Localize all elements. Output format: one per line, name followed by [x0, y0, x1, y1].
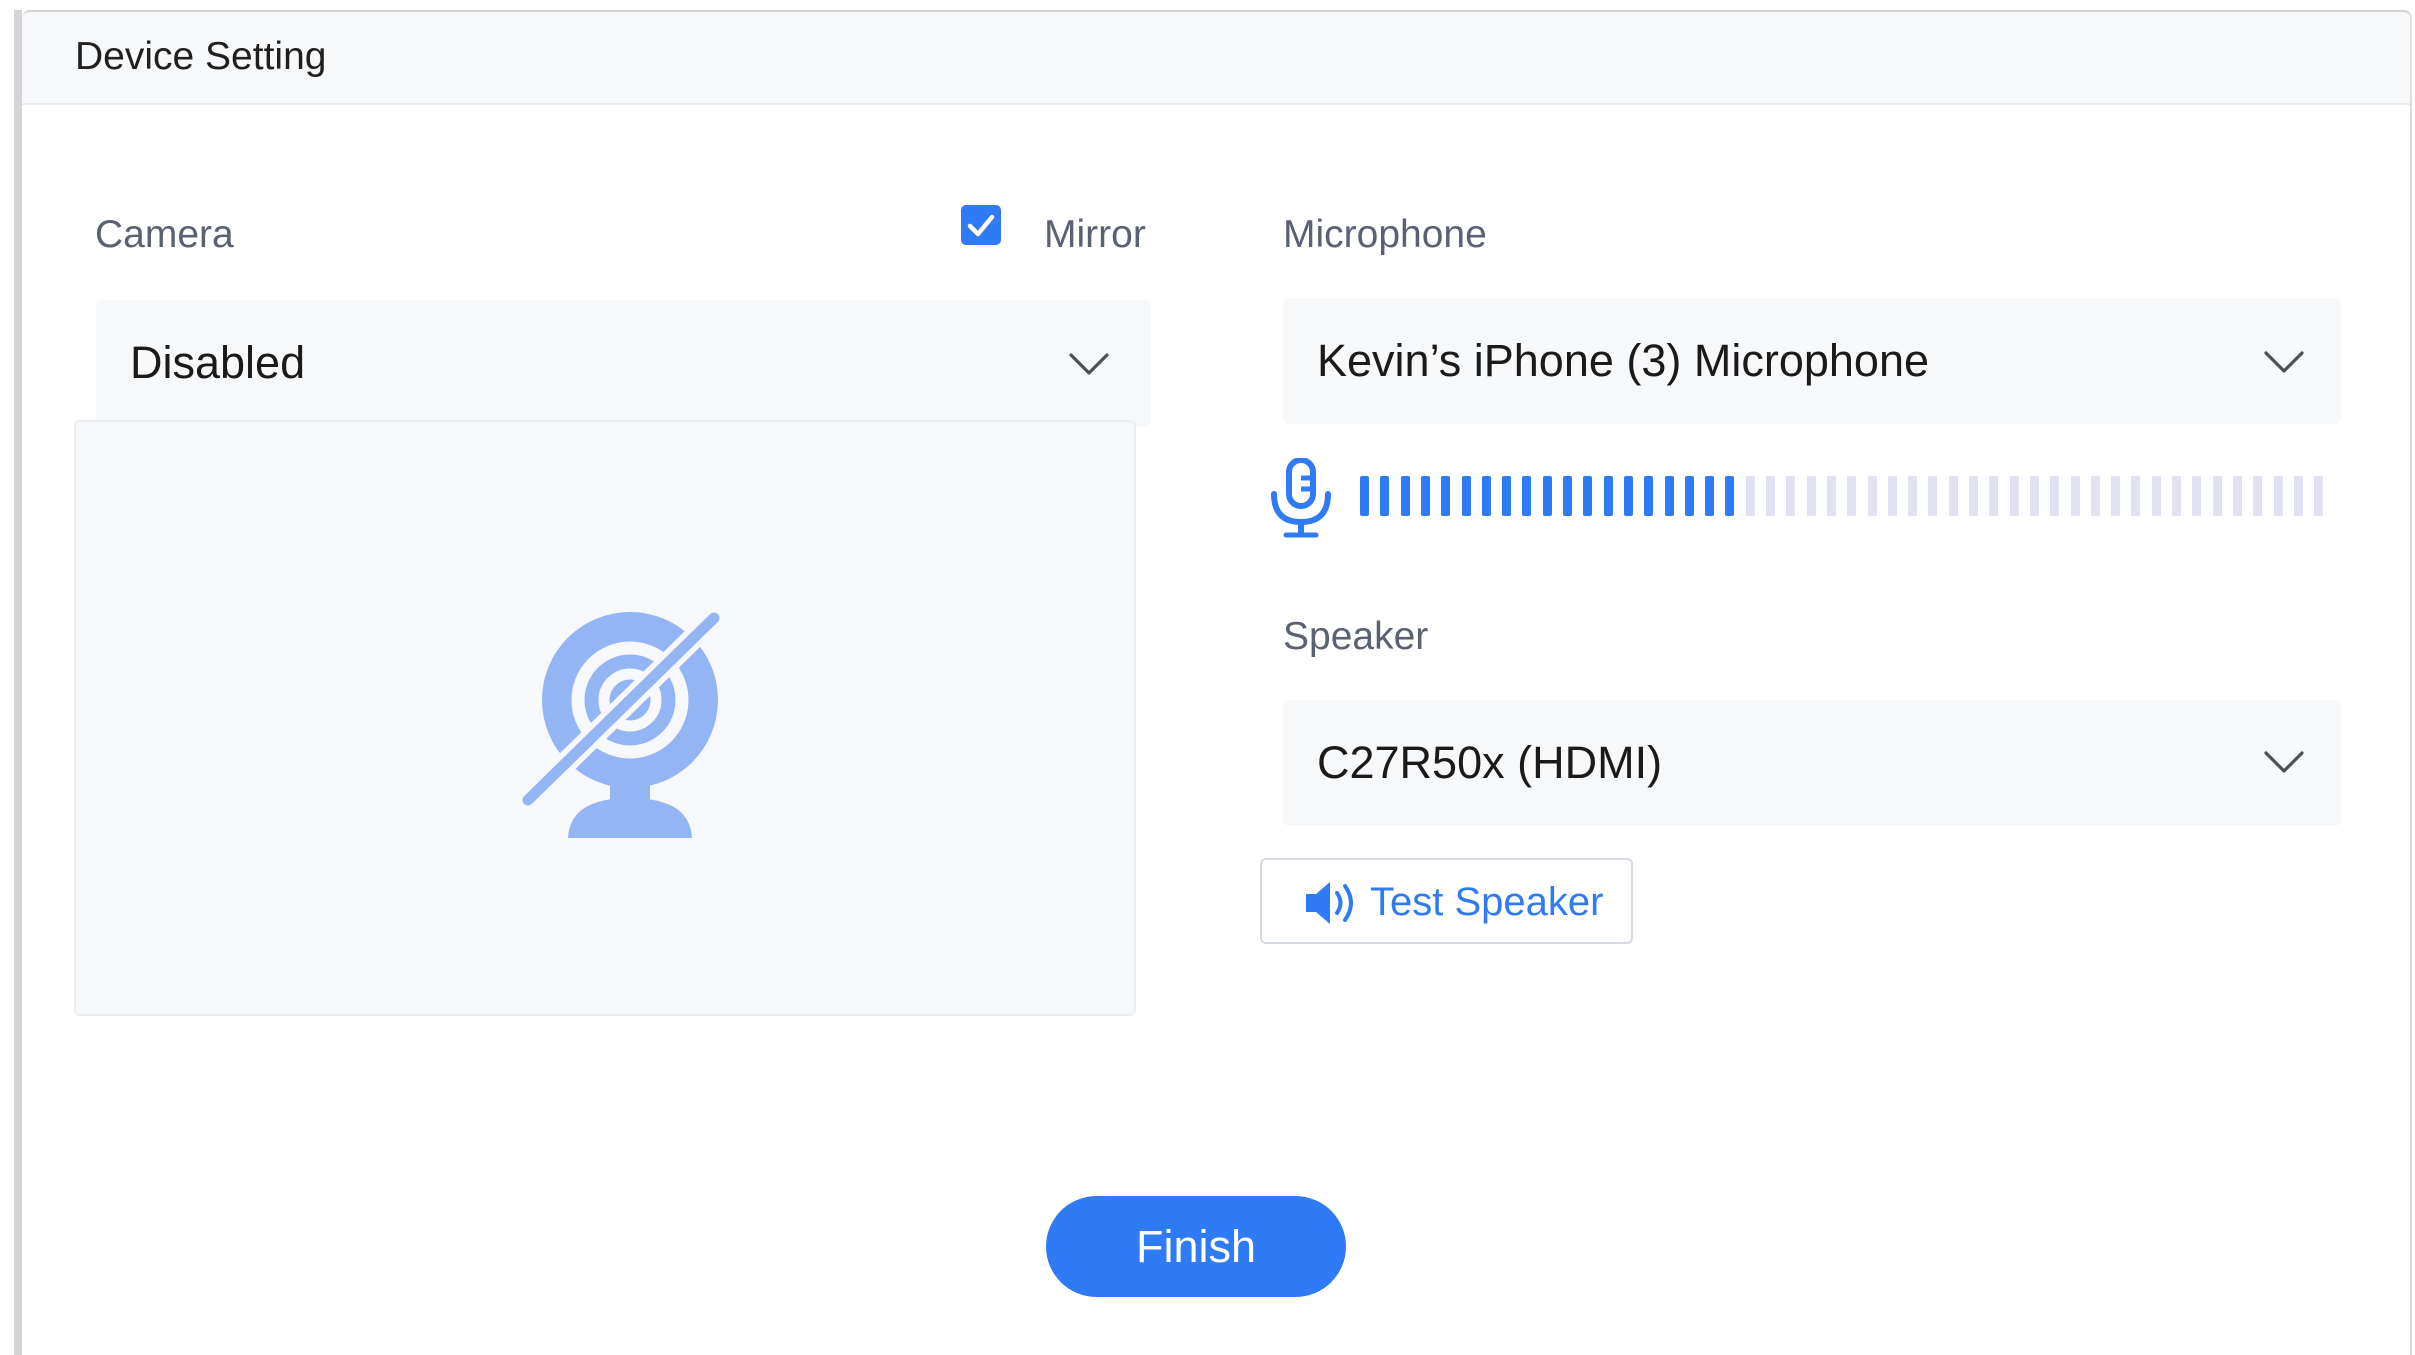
level-bar — [1826, 476, 1836, 516]
page: Device Setting Camera Mirror Disabled Mi — [0, 0, 2415, 1355]
level-bar — [2151, 476, 2161, 516]
level-bar — [2253, 476, 2263, 516]
chevron-down-icon — [1069, 353, 1109, 375]
level-bar — [1684, 476, 1694, 516]
checkmark-icon — [967, 214, 995, 237]
level-bar — [2172, 476, 2181, 516]
dialog-titlebar: Device Setting — [22, 12, 2410, 105]
level-bar — [1664, 476, 1674, 516]
level-bar — [2050, 476, 2060, 516]
level-bar — [1989, 476, 1999, 516]
camera-select[interactable]: Disabled — [96, 300, 1151, 427]
level-bar — [1847, 476, 1857, 516]
level-bar — [1887, 476, 1897, 516]
level-bar — [1603, 476, 1613, 516]
level-bar — [1928, 476, 1938, 516]
level-bar — [1908, 476, 1918, 516]
level-bar — [1563, 476, 1572, 516]
level-bar — [1360, 476, 1369, 516]
level-bar — [2029, 476, 2039, 516]
level-bar — [2111, 476, 2121, 516]
level-bar — [1481, 476, 1491, 516]
camera-label: Camera — [95, 213, 234, 256]
level-bar — [2232, 476, 2242, 516]
camera-preview — [74, 420, 1136, 1016]
level-bar — [2273, 476, 2283, 516]
level-bar — [1705, 476, 1715, 516]
level-bar — [1969, 476, 1978, 516]
level-bar — [1441, 476, 1451, 516]
level-bar — [1948, 476, 1958, 516]
microphone-label: Microphone — [1283, 213, 1487, 256]
window-left-edge — [14, 10, 22, 1355]
mirror-label[interactable]: Mirror — [1044, 212, 1146, 258]
level-bar — [2090, 476, 2100, 516]
level-bar — [1644, 476, 1654, 516]
speaker-select-value: C27R50x (HDMI) — [1317, 737, 1663, 788]
level-bar — [1400, 476, 1410, 516]
level-bar — [1420, 476, 1430, 516]
level-bar — [2314, 476, 2324, 516]
level-bar — [1502, 476, 1512, 516]
microphone-select-value: Kevin’s iPhone (3) Microphone — [1317, 335, 1930, 386]
camera-select-value: Disabled — [130, 337, 306, 388]
level-bar — [1786, 476, 1796, 516]
level-bar — [1583, 476, 1593, 516]
finish-button[interactable]: Finish — [1046, 1196, 1346, 1297]
mirror-checkbox[interactable] — [961, 205, 1001, 245]
level-bar — [1806, 476, 1816, 516]
level-bar — [1725, 476, 1735, 516]
level-bar — [1745, 476, 1755, 516]
level-bar — [1766, 476, 1775, 516]
level-bar — [1623, 476, 1633, 516]
test-speaker-label: Test Speaker — [1370, 880, 1604, 924]
microphone-select[interactable]: Kevin’s iPhone (3) Microphone — [1283, 298, 2341, 424]
speaker-select[interactable]: C27R50x (HDMI) — [1283, 700, 2341, 826]
microphone-level-meter — [1360, 476, 2340, 516]
level-bar — [1867, 476, 1877, 516]
speaker-label: Speaker — [1283, 615, 1429, 658]
test-speaker-button[interactable]: Test Speaker — [1260, 858, 1633, 944]
level-bar — [1380, 476, 1390, 516]
level-bar — [2009, 476, 2019, 516]
level-bar — [1461, 476, 1471, 516]
chevron-down-icon — [2264, 751, 2304, 773]
level-bar — [2192, 476, 2202, 516]
level-bar — [2293, 476, 2303, 516]
level-bar — [1542, 476, 1552, 516]
dialog-title: Device Setting — [75, 35, 327, 78]
microphone-icon — [1271, 458, 1331, 538]
speaker-icon — [1306, 882, 1353, 924]
level-bar — [1522, 476, 1532, 516]
level-bar — [2070, 476, 2080, 516]
camera-off-icon — [520, 608, 727, 838]
level-bar — [2212, 476, 2222, 516]
chevron-down-icon — [2264, 351, 2304, 373]
level-bar — [2131, 476, 2141, 516]
